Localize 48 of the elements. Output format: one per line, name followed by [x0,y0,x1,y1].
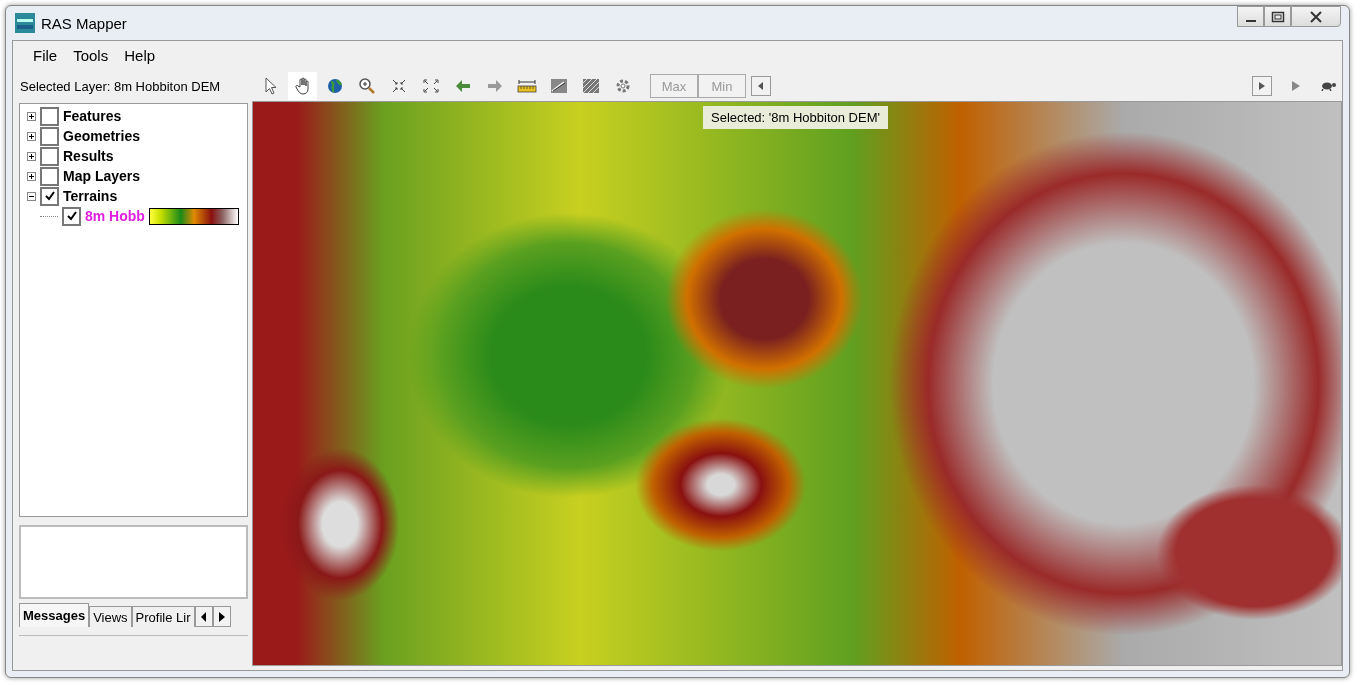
layer-checkbox[interactable] [40,166,59,186]
close-icon [1309,10,1323,23]
layer-checkbox[interactable] [40,186,59,206]
minimize-icon [1245,19,1256,22]
menu-item[interactable]: Tools [65,46,117,64]
layer-label[interactable]: Map Layers [63,168,141,184]
maximize-button[interactable] [1264,6,1291,27]
hatch-icon [580,77,601,95]
layer-checkbox[interactable] [40,106,59,126]
panel-tab[interactable]: Profile Lir [131,606,195,627]
selected-layer-label: Selected Layer: 8m Hobbiton DEM [19,78,222,94]
layer-label[interactable]: Features [63,108,122,124]
turtle-icon [1318,81,1337,91]
right-arrow-icon [218,611,225,622]
minimize-button[interactable] [1237,6,1264,27]
menu-item[interactable]: Help [116,46,164,64]
left-arrow-icon [200,611,207,622]
left-arrow-icon [758,82,764,90]
menu-item[interactable]: File [25,46,66,64]
scroll-left-button[interactable] [751,76,771,96]
layer-label[interactable]: Results [63,148,114,164]
app-icon [15,13,35,33]
restore-icon [1270,10,1285,23]
check-icon [65,210,78,222]
close-button[interactable] [1291,6,1341,27]
expand-icon[interactable] [27,111,36,121]
full-extent-icon [420,77,441,95]
check-icon [43,190,56,202]
ruler-icon [516,77,537,95]
tool-button[interactable] [288,72,317,100]
expand-icon[interactable] [27,171,36,181]
expand-icon[interactable] [27,131,36,141]
collapse-icon[interactable] [27,191,36,201]
map-tooltip: Selected: '8m Hobbiton DEM' [703,106,888,129]
layer-checkbox[interactable] [62,206,81,226]
play-icon [1290,80,1301,92]
scroll-right-button[interactable] [1252,76,1272,96]
layer-label[interactable]: Geometries [63,128,141,144]
layer-label[interactable]: Terrains [63,188,118,204]
expand-icon[interactable] [27,151,36,161]
panel-tab[interactable]: Views [89,606,132,627]
layer-checkbox[interactable] [40,126,59,146]
zoom-in-icon [356,77,377,95]
layer-checkbox[interactable] [40,146,59,166]
panel-tab[interactable]: Messages [19,603,90,627]
window-title: RAS Mapper [41,14,127,32]
layer-label[interactable]: 8m Hobb [85,208,145,224]
right-arrow-icon [1259,82,1265,90]
